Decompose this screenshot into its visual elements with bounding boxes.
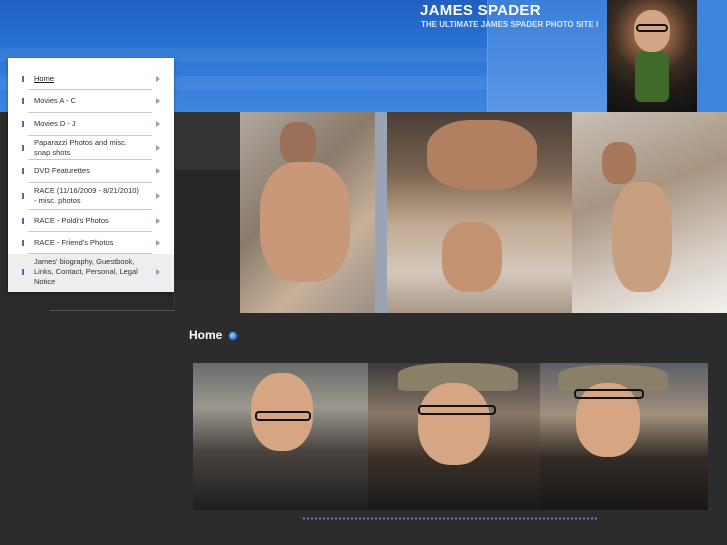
nav-item-movies-a-c[interactable]: Movies A - C	[22, 90, 160, 113]
home-bullet-icon	[228, 331, 238, 341]
collage-photo	[572, 112, 727, 313]
site-subtitle: THE ULTIMATE JAMES SPADER PHOTO SITE I	[421, 20, 599, 29]
photo-figure	[427, 120, 537, 190]
photo-scarf	[635, 52, 669, 102]
bullet-icon	[22, 121, 24, 127]
photo-figure	[602, 142, 636, 184]
nav-item-label: RACE (11/16/2009 - 8/21/2010) - misc. ph…	[34, 186, 139, 205]
strip-photo	[368, 363, 540, 510]
nav-item-paparazzi[interactable]: Paparazzi Photos and misc. snap shots	[22, 136, 160, 160]
arrow-right-icon	[156, 75, 160, 82]
arrow-right-icon	[156, 239, 160, 246]
photo-strip	[193, 363, 708, 510]
nav-item-race-friends[interactable]: RACE - Friend's Photos	[22, 232, 160, 254]
photo-glasses	[255, 411, 311, 421]
bullet-icon	[22, 75, 24, 82]
nav-item-label: Paparazzi Photos and misc. snap shots	[34, 137, 127, 157]
left-shade	[170, 170, 240, 280]
photo-figure	[442, 222, 502, 292]
nav-item-home[interactable]: Home	[22, 68, 160, 90]
arrow-right-icon	[156, 168, 160, 174]
site-title: JAMES SPADER	[420, 2, 541, 19]
divider	[50, 310, 174, 311]
strip-photo	[540, 363, 708, 510]
nav-item-label: Movies D - J	[34, 119, 76, 128]
nav-item-biography[interactable]: James' biography, Guestbook, Links, Cont…	[22, 254, 160, 290]
nav-item-movies-d-j[interactable]: Movies D - J	[22, 113, 160, 136]
nav-item-race-poldi[interactable]: RACE - Poldi's Photos	[22, 210, 160, 232]
nav-item-dvd-featurettes[interactable]: DVD Featurettes	[22, 160, 160, 183]
arrow-right-icon	[156, 217, 160, 224]
nav-item-label: RACE - Poldi's Photos	[34, 215, 109, 225]
strip-photo	[193, 363, 368, 510]
collage-photo	[375, 112, 387, 313]
bullet-icon	[22, 239, 24, 246]
page-title: Home	[189, 328, 223, 342]
left-shade	[170, 112, 240, 170]
photo-figure	[260, 162, 350, 282]
arrow-right-icon	[156, 144, 160, 151]
bullet-icon	[22, 269, 24, 275]
header-right-edge	[697, 0, 727, 112]
header-photo	[607, 0, 697, 112]
bullet-icon	[22, 168, 24, 174]
nav-item-label: RACE - Friend's Photos	[34, 237, 114, 247]
photo-glasses	[636, 24, 668, 32]
photo-face	[418, 383, 490, 465]
photo-figure	[612, 182, 672, 292]
navigation-menu: Home Movies A - C Movies D - J Paparazzi…	[8, 58, 174, 292]
collage-photo	[387, 112, 572, 313]
divider	[174, 112, 175, 312]
arrow-right-icon	[156, 98, 160, 104]
arrow-right-icon	[156, 121, 160, 127]
nav-item-label: Movies A - C	[34, 96, 77, 105]
nav-item-label: Home	[34, 73, 55, 83]
bullet-icon	[22, 98, 24, 104]
photo-figure	[280, 122, 316, 164]
collage-photo	[240, 112, 375, 313]
arrow-right-icon	[156, 269, 160, 275]
nav-item-race-misc[interactable]: RACE (11/16/2009 - 8/21/2010) - misc. ph…	[22, 183, 160, 210]
nav-item-label: DVD Featurettes	[34, 166, 90, 175]
header-collage-image	[240, 112, 727, 313]
dotted-divider	[302, 517, 599, 520]
nav-item-label: James' biography, Guestbook, Links, Cont…	[34, 257, 138, 286]
photo-glasses	[574, 389, 644, 399]
arrow-right-icon	[156, 193, 160, 199]
bullet-icon	[22, 217, 24, 224]
bullet-icon	[22, 144, 24, 151]
photo-glasses	[418, 405, 496, 415]
bullet-icon	[22, 193, 24, 199]
